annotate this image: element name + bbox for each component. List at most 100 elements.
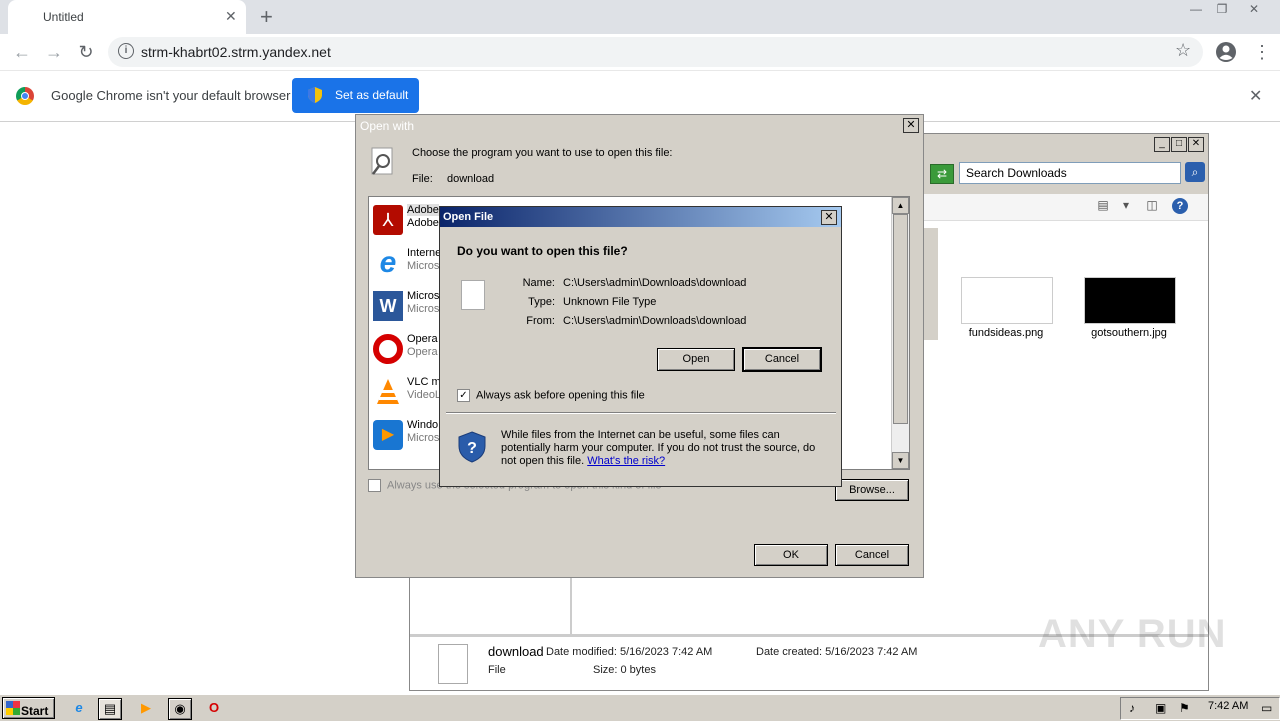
open-file-cancel-button[interactable]: Cancel [742,347,822,372]
file-thumbnail[interactable] [961,277,1053,324]
security-warning: While files from the Internet can be use… [501,429,831,468]
address-bar[interactable]: i strm-khabrt02.strm.yandex.net ☆ [108,37,1203,67]
start-button[interactable]: Start [2,697,55,719]
search-downloads-input[interactable]: Search Downloads [959,162,1181,184]
restore-button[interactable]: ❐ [1210,0,1234,18]
open-file-close-button[interactable]: ✕ [821,210,837,225]
network-icon[interactable]: ▣ [1155,701,1166,715]
detail-file-name: download [488,644,544,659]
search-placeholder: Search Downloads [966,166,1067,180]
chrome-taskbar-icon[interactable]: ◉ [168,698,192,720]
file-thumbnail[interactable] [1084,277,1176,324]
bookmark-star-icon[interactable]: ☆ [1175,40,1191,61]
always-ask-checkbox[interactable]: ✓ Always ask before opening this file [457,389,645,402]
program-name: Windo [407,419,439,431]
name-label: Name: [522,277,555,289]
program-company: Micros [407,260,440,272]
info-icon[interactable]: i [118,43,134,59]
views-dropdown-icon[interactable]: ▾ [1117,198,1135,214]
show-desktop-icon[interactable]: ▭ [1261,701,1272,715]
browser-tab[interactable]: Untitled ✕ [8,0,246,34]
program-company: Micros [407,303,440,315]
detail-file-type: File [488,664,506,676]
program-company: Micros [407,432,440,444]
checkbox-box[interactable] [368,479,381,492]
type-value: Unknown File Type [563,296,657,308]
program-company: Opera [407,346,438,358]
explorer-maximize-button[interactable]: □ [1171,137,1187,152]
shield-icon [308,87,322,103]
open-file-question: Do you want to open this file? [457,244,628,258]
whats-the-risk-link[interactable]: What's the risk? [587,455,665,467]
set-as-default-button[interactable]: Set as default [292,78,419,113]
pane-splitter[interactable] [570,578,572,636]
open-with-close-button[interactable]: ✕ [903,118,919,133]
program-list-scrollbar[interactable]: ▲ ▼ [891,197,909,469]
open-button[interactable]: Open [657,348,735,371]
program-name: Micros [407,290,440,302]
help-icon[interactable]: ? [1172,198,1188,214]
new-tab-button[interactable]: + [260,4,273,30]
scrollbar-thumb[interactable] [893,214,908,424]
open-with-file-label: File: [412,173,433,185]
views-icon[interactable]: ▤ [1094,198,1112,214]
detail-date-modified: Date modified: 5/16/2023 7:42 AM [546,646,713,658]
close-window-button[interactable]: ✕ [1242,0,1266,18]
explorer-minimize-button[interactable]: _ [1154,137,1170,152]
menu-icon[interactable]: ⋮ [1253,42,1271,63]
checkbox-checked[interactable]: ✓ [457,389,470,402]
scroll-up-icon[interactable]: ▲ [892,197,909,214]
profile-icon[interactable] [1215,41,1237,63]
reload-button[interactable]: ↻ [74,40,98,64]
opera-taskbar-icon[interactable]: O [203,698,225,718]
system-tray: ♪ ▣ ⚑ ▭ [1120,697,1280,720]
open-with-file-value: download [447,173,495,185]
taskbar-clock[interactable]: 7:42 AM [1208,700,1248,712]
open-with-title: Open with [360,119,415,133]
minimize-button[interactable]: — [1184,0,1208,18]
ie-taskbar-icon[interactable]: e [68,698,90,718]
tab-title: Untitled [43,10,84,24]
preview-pane-icon[interactable]: ◫ [1143,198,1161,214]
program-company: Adobe [407,217,439,229]
opera-icon [373,334,403,364]
open-file-titlebar[interactable]: Open File ✕ [440,207,841,227]
dialog-separator [446,412,836,414]
open-with-cancel-button[interactable]: Cancel [835,544,909,566]
from-value: C:\Users\admin\Downloads\download [563,315,747,327]
open-with-instruction: Choose the program you want to use to op… [412,147,673,159]
internet-explorer-icon: e [379,246,397,279]
url-text[interactable]: strm-khabrt02.strm.yandex.net [141,44,331,60]
from-label: From: [526,315,555,327]
open-with-titlebar[interactable]: Open with ✕ [356,115,923,135]
program-name: Interne [407,247,442,259]
media-player-taskbar-icon[interactable]: ▶ [135,698,157,718]
back-button[interactable]: ← [10,40,34,64]
infobar-message: Google Chrome isn't your default browser [51,88,291,103]
search-icon[interactable]: ⌕ [1185,162,1205,182]
refresh-icon[interactable]: ⇄ [930,164,954,184]
anyrun-watermark: ANY RUN [1038,612,1227,656]
program-company: VideoL [407,389,442,401]
scroll-down-icon[interactable]: ▼ [892,452,909,469]
browse-button[interactable]: Browse... [835,479,909,501]
file-name[interactable]: fundsideas.png [946,327,1066,339]
open-file-dialog[interactable]: Open File ✕ Do you want to open this fil… [439,206,842,487]
file-name[interactable]: gotsouthern.jpg [1069,327,1189,339]
tab-close-icon[interactable]: ✕ [225,8,237,25]
detail-size: Size: 0 bytes [593,664,656,676]
volume-icon[interactable]: ♪ [1129,701,1135,715]
name-value: C:\Users\admin\Downloads\download [563,277,747,289]
explorer-taskbar-icon[interactable]: ▤ [98,698,122,720]
chrome-logo-icon [16,87,34,105]
taskbar: Start e ▤ ▶ ◉ O ♪ ▣ ⚑ ▭ 7:42 AM [0,694,1280,721]
explorer-close-button[interactable]: ✕ [1188,137,1204,152]
flag-icon[interactable]: ⚑ [1179,701,1190,715]
media-player-icon: ▶ [373,420,403,450]
file-icon [438,644,468,684]
ok-button[interactable]: OK [754,544,828,566]
forward-button[interactable]: → [42,40,66,64]
infobar-close-icon[interactable]: ✕ [1249,86,1262,106]
browser-toolbar: ← → ↻ i strm-khabrt02.strm.yandex.net ☆ … [0,34,1280,70]
start-label: Start [21,704,49,718]
